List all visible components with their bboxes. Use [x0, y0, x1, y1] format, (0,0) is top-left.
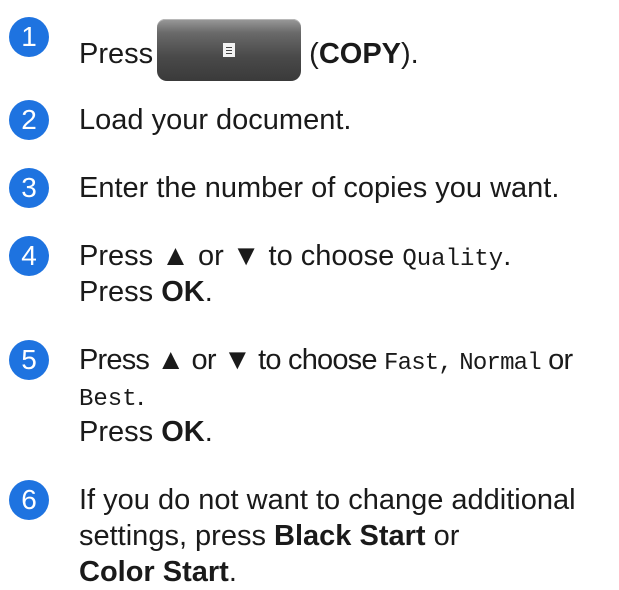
press-label: Press: [79, 38, 154, 70]
copy-key-label: COPY: [318, 38, 401, 70]
step-5-line-1: Press ▲ or ▼ to choose Fast, Normal or: [79, 344, 573, 377]
option-quality: Quality: [402, 246, 504, 273]
copy-key-button[interactable]: [157, 19, 302, 81]
step-2-text: Load your document.: [79, 104, 352, 136]
copy-icon: [223, 43, 236, 57]
step-number-badge: 1: [9, 17, 49, 57]
step-3-text: Enter the number of copies you want.: [79, 172, 560, 204]
step-number-badge: 3: [9, 168, 49, 208]
step-1-text: Press (COPY).: [79, 19, 419, 81]
black-start-key-label: Black Start: [274, 520, 426, 552]
step-number-badge: 6: [9, 480, 49, 520]
option-best: Best: [79, 386, 137, 413]
step-5-line-2: Best.: [79, 380, 145, 413]
step-6-line-1: If you do not want to change additional: [79, 484, 576, 516]
step-number-badge: 2: [9, 100, 49, 140]
option-fast: Fast,: [383, 350, 453, 377]
ok-key-label: OK: [161, 276, 205, 308]
color-start-key-label: Color Start: [79, 556, 229, 588]
step-6-line-3: Color Start.: [79, 556, 237, 588]
step-5-line-3: Press OK.: [79, 416, 213, 448]
step-4-line-1: Press ▲ or ▼ to choose Quality.: [79, 240, 512, 273]
ok-key-label: OK: [161, 416, 205, 448]
step-6-line-2: settings, press Black Start or: [79, 520, 460, 552]
option-normal: Normal: [459, 350, 541, 377]
step-number-badge: 4: [9, 236, 49, 276]
step-number-badge: 5: [9, 340, 49, 380]
step-4-line-2: Press OK.: [79, 276, 213, 308]
